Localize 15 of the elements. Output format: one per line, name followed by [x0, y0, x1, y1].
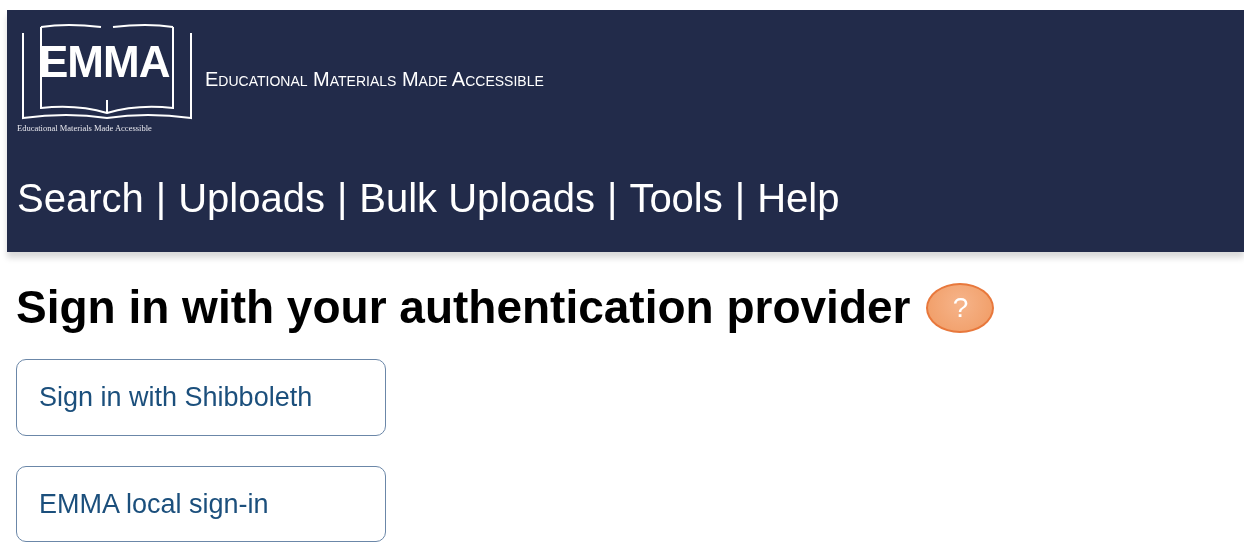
sign-in-button[interactable]: EMMA local sign-in — [16, 465, 386, 543]
sign-in-button[interactable]: Sign in with Shibboleth — [16, 359, 386, 436]
nav-link[interactable]: Uploads — [178, 176, 325, 220]
page-title: Sign in with your authentication provider — [16, 280, 911, 335]
logo-caption: Educational Materials Made Accessible — [17, 122, 152, 135]
nav-separator: | — [734, 176, 746, 220]
nav-separator: | — [607, 176, 618, 220]
nav-link[interactable]: Bulk Uploads — [359, 176, 595, 220]
nav-separator: | — [336, 176, 348, 220]
logo-wordmark: EMMA — [39, 40, 170, 84]
site-tagline: Educational Materials Made Accessible — [205, 67, 544, 92]
nav-link[interactable]: Help — [757, 176, 840, 220]
nav-link[interactable]: Search — [17, 176, 144, 220]
nav-separator: | — [155, 176, 167, 220]
nav-link[interactable]: Tools — [629, 176, 723, 220]
